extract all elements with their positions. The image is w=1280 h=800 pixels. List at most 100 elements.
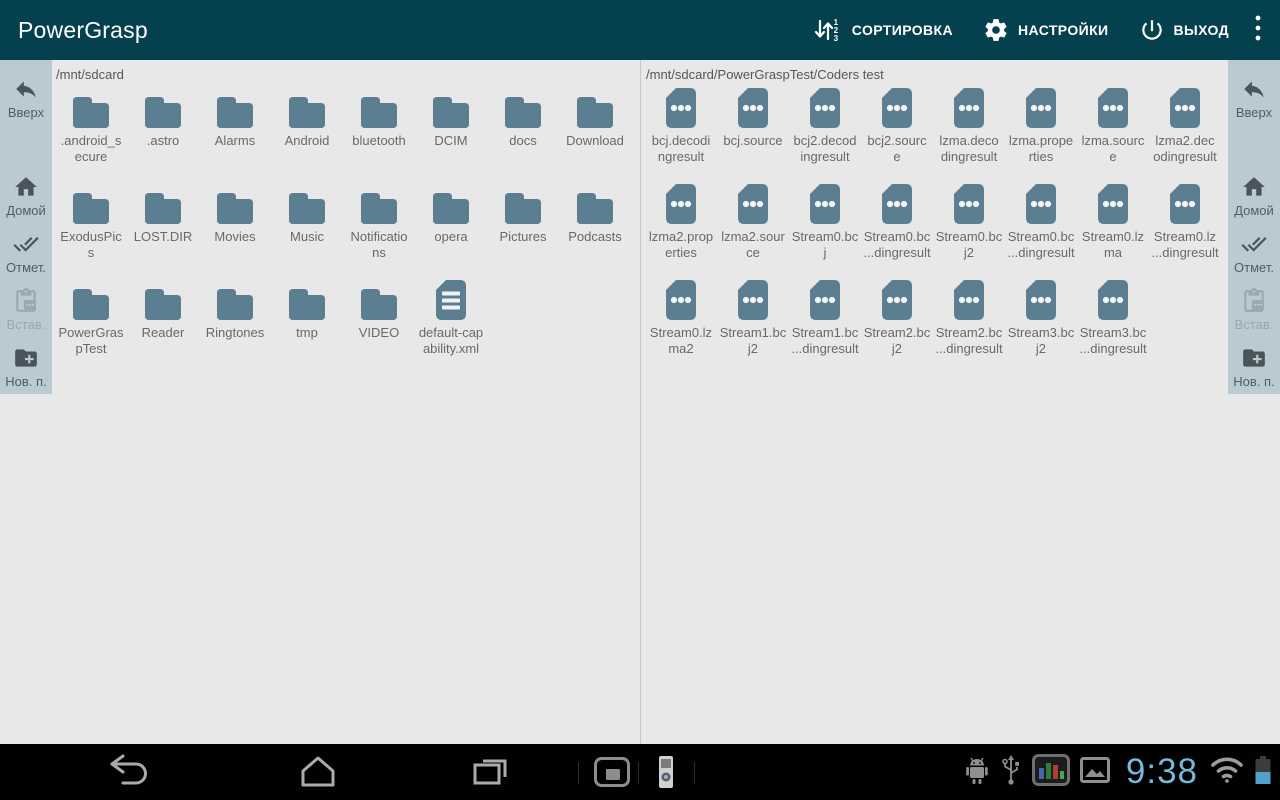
item-label: Stream0.lz ma2: [650, 325, 712, 357]
sidebar-item-home-left[interactable]: Домой: [0, 166, 52, 218]
item-label: Stream2.bc ...dingresult: [935, 325, 1002, 357]
file-item[interactable]: lzma2.prop erties: [645, 180, 717, 261]
folder-item[interactable]: .astro: [127, 84, 199, 165]
status-clock: 9:38: [1126, 744, 1198, 800]
item-label: Stream2.bc j2: [864, 325, 930, 357]
folder-item[interactable]: ExodusPic s: [55, 180, 127, 261]
file-item[interactable]: lzma.deco dingresult: [933, 84, 1005, 165]
folder-item[interactable]: LOST.DIR: [127, 180, 199, 261]
file-item[interactable]: lzma.sourc e: [1077, 84, 1149, 165]
sidebar-item-label: Встав.: [7, 317, 46, 332]
folder-icon: [68, 180, 114, 226]
file-item[interactable]: Stream1.bc ...dingresult: [789, 276, 861, 357]
file-icon: [664, 276, 698, 322]
status-tray[interactable]: 9:38: [964, 744, 1272, 800]
right-pane-grid: bcj.decodi ngresultbcj.sourcebcj2.decod …: [642, 82, 1228, 370]
item-label: Stream3.bc j2: [1008, 325, 1074, 357]
cpu-monitor-icon: [1032, 754, 1070, 791]
file-icon: [736, 180, 770, 226]
nav-home-button[interactable]: [278, 752, 358, 792]
nav-recents-button[interactable]: [450, 752, 530, 792]
folder-item[interactable]: Download: [559, 84, 631, 165]
file-item[interactable]: Stream0.lz ma: [1077, 180, 1149, 261]
item-label: bcj.decodi ngresult: [652, 133, 711, 165]
file-item[interactable]: default-cap ability.xml: [415, 276, 487, 357]
folder-item[interactable]: VIDEO: [343, 276, 415, 357]
app-title: PowerGrasp: [0, 17, 148, 44]
exit-button[interactable]: ВЫХОД: [1124, 0, 1244, 60]
sidebar-item-new-folder-left[interactable]: Нов. п.: [0, 332, 52, 389]
screenshot-icon[interactable]: [594, 757, 630, 792]
file-item[interactable]: lzma2.sour ce: [717, 180, 789, 261]
file-item[interactable]: Stream2.bc j2: [861, 276, 933, 357]
folder-item[interactable]: Music: [271, 180, 343, 261]
folder-item[interactable]: Android: [271, 84, 343, 165]
folder-item[interactable]: PowerGras pTest: [55, 276, 127, 357]
folder-item[interactable]: Ringtones: [199, 276, 271, 357]
item-label: opera: [434, 229, 467, 245]
file-icon: [880, 84, 914, 130]
folder-item[interactable]: Alarms: [199, 84, 271, 165]
item-label: PowerGras pTest: [58, 325, 123, 357]
folder-icon: [284, 276, 330, 322]
folder-item[interactable]: .android_s ecure: [55, 84, 127, 165]
item-label: bluetooth: [352, 133, 406, 149]
sidebar-item-mark-left[interactable]: Отмет.: [0, 218, 52, 275]
file-item[interactable]: bcj.source: [717, 84, 789, 165]
paste-icon: [1241, 288, 1267, 314]
file-item[interactable]: Stream0.lz ma2: [645, 276, 717, 357]
sidebar-item-mark-right[interactable]: Отмет.: [1228, 218, 1280, 275]
svg-text:3: 3: [833, 34, 838, 43]
folder-item[interactable]: opera: [415, 180, 487, 261]
item-label: Movies: [214, 229, 255, 245]
nav-back-button[interactable]: [88, 752, 168, 792]
item-label: VIDEO: [359, 325, 399, 341]
file-icon: [1024, 84, 1058, 130]
file-item[interactable]: bcj2.sourc e: [861, 84, 933, 165]
file-item[interactable]: Stream3.bc ...dingresult: [1077, 276, 1149, 357]
folder-item[interactable]: Pictures: [487, 180, 559, 261]
file-item[interactable]: Stream1.bc j2: [717, 276, 789, 357]
settings-button[interactable]: НАСТРОЙКИ: [968, 0, 1124, 60]
file-item[interactable]: lzma.prope rties: [1005, 84, 1077, 165]
file-item[interactable]: Stream0.bc j2: [933, 180, 1005, 261]
sidebar-item-label: Нов. п.: [1233, 374, 1274, 389]
folder-item[interactable]: Movies: [199, 180, 271, 261]
item-label: Stream3.bc ...dingresult: [1079, 325, 1146, 357]
right-file-pane: /mnt/sdcard/PowerGraspTest/Coders test b…: [642, 60, 1228, 744]
folder-item[interactable]: bluetooth: [343, 84, 415, 165]
folder-item[interactable]: Podcasts: [559, 180, 631, 261]
file-item[interactable]: Stream3.bc j2: [1005, 276, 1077, 357]
sidebar-item-up-left[interactable]: Вверх: [0, 68, 52, 120]
folder-item[interactable]: Reader: [127, 276, 199, 357]
folder-item[interactable]: tmp: [271, 276, 343, 357]
sidebar-item-home-right[interactable]: Домой: [1228, 166, 1280, 218]
sidebar-item-label: Вверх: [1236, 105, 1272, 120]
sort-button[interactable]: 1 2 3 СОРТИРОВКА: [798, 0, 968, 60]
file-item[interactable]: Stream0.lz ...dingresult: [1149, 180, 1221, 261]
item-label: DCIM: [434, 133, 467, 149]
file-item[interactable]: bcj.decodi ngresult: [645, 84, 717, 165]
file-icon: [880, 276, 914, 322]
folder-item[interactable]: Notificatio ns: [343, 180, 415, 261]
item-label: Android: [285, 133, 330, 149]
folder-item[interactable]: DCIM: [415, 84, 487, 165]
file-icon: [736, 84, 770, 130]
file-item[interactable]: Stream0.bc j: [789, 180, 861, 261]
file-item[interactable]: Stream2.bc ...dingresult: [933, 276, 1005, 357]
right-pane-path: /mnt/sdcard/PowerGraspTest/Coders test: [642, 60, 1228, 82]
file-item[interactable]: Stream0.bc ...dingresult: [1005, 180, 1077, 261]
folder-item[interactable]: docs: [487, 84, 559, 165]
file-item[interactable]: bcj2.decod ingresult: [789, 84, 861, 165]
file-item[interactable]: Stream0.bc ...dingresult: [861, 180, 933, 261]
folder-icon: [572, 180, 618, 226]
sort-123-icon: 1 2 3: [813, 17, 843, 43]
device-icon[interactable]: [656, 755, 676, 794]
overflow-menu-button[interactable]: [1244, 0, 1280, 60]
file-icon: [808, 276, 842, 322]
file-item[interactable]: lzma2.dec odingresult: [1149, 84, 1221, 165]
file-icon: [952, 84, 986, 130]
sidebar-item-up-right[interactable]: Вверх: [1228, 68, 1280, 120]
app-header: PowerGrasp 1 2 3 СОРТИРОВКА: [0, 0, 1280, 60]
sidebar-item-new-folder-right[interactable]: Нов. п.: [1228, 332, 1280, 389]
